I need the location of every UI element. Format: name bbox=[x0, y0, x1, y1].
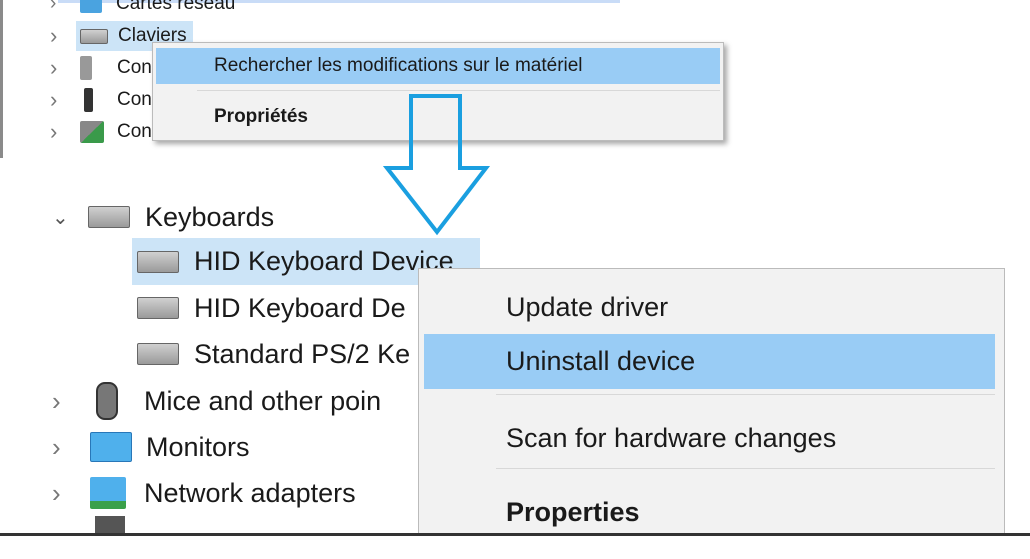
tree-child-1[interactable]: HID Keyboard De bbox=[132, 285, 406, 331]
keyboard-icon bbox=[137, 343, 179, 365]
tree-item-4[interactable]: › Con bbox=[50, 116, 152, 148]
top-screenshot-french: › Cartes réseau › Claviers › Con › Con ›… bbox=[0, 0, 1030, 158]
chevron-down-icon: ⌄ bbox=[52, 206, 69, 229]
menu-item-scan-hardware[interactable]: Scan for hardware changes bbox=[419, 415, 1004, 461]
usb-icon bbox=[84, 88, 93, 112]
menu-separator bbox=[197, 90, 720, 91]
chevron-right-icon: › bbox=[50, 87, 58, 112]
ports-icon bbox=[95, 516, 125, 534]
monitor-icon bbox=[90, 432, 132, 462]
menu-item-update-driver[interactable]: Update driver bbox=[419, 285, 1004, 329]
tree-item-3[interactable]: › Con bbox=[50, 84, 152, 116]
menu-separator bbox=[496, 468, 995, 469]
context-menu: Update driver Uninstall device Scan for … bbox=[418, 268, 1005, 534]
chevron-right-icon: › bbox=[50, 0, 57, 14]
bottom-screenshot-english: ⌄ Keyboards HID Keyboard Device HID Keyb… bbox=[0, 160, 1030, 534]
tree-item-network[interactable]: › Network adapters bbox=[52, 470, 356, 516]
network-icon bbox=[90, 477, 126, 509]
keyboard-icon bbox=[88, 206, 130, 228]
mouse-icon bbox=[96, 382, 118, 420]
tree-item-cartes-reseau[interactable]: › Cartes réseau bbox=[50, 0, 235, 16]
keyboard-icon bbox=[80, 28, 108, 44]
menu-separator bbox=[496, 394, 995, 395]
controller-icon bbox=[80, 121, 104, 143]
menu-item-properties[interactable]: Properties bbox=[419, 489, 1004, 534]
chevron-right-icon: › bbox=[50, 55, 58, 80]
window-border bbox=[0, 0, 3, 158]
keyboard-icon bbox=[137, 250, 179, 273]
keyboard-icon bbox=[137, 297, 179, 319]
tree-item-monitors[interactable]: › Monitors bbox=[52, 424, 250, 470]
chevron-right-icon: › bbox=[50, 23, 58, 48]
chevron-right-icon: › bbox=[52, 477, 61, 508]
chevron-right-icon: › bbox=[52, 431, 61, 462]
chevron-right-icon: › bbox=[52, 385, 61, 416]
tree-item-mice[interactable]: › Mice and other poin bbox=[52, 378, 381, 424]
tree-item-2[interactable]: › Con bbox=[50, 52, 152, 84]
chevron-right-icon: › bbox=[50, 119, 58, 144]
menu-item-rechercher[interactable]: Rechercher les modifications sur le maté… bbox=[156, 48, 720, 84]
speaker-icon bbox=[80, 56, 92, 80]
network-icon bbox=[80, 0, 102, 13]
tree-item-keyboards[interactable]: ⌄ Keyboards bbox=[52, 197, 274, 237]
window-bottom-border bbox=[0, 533, 1030, 536]
tree-child-2[interactable]: Standard PS/2 Ke bbox=[132, 331, 410, 377]
menu-item-uninstall-device[interactable]: Uninstall device bbox=[424, 334, 995, 389]
